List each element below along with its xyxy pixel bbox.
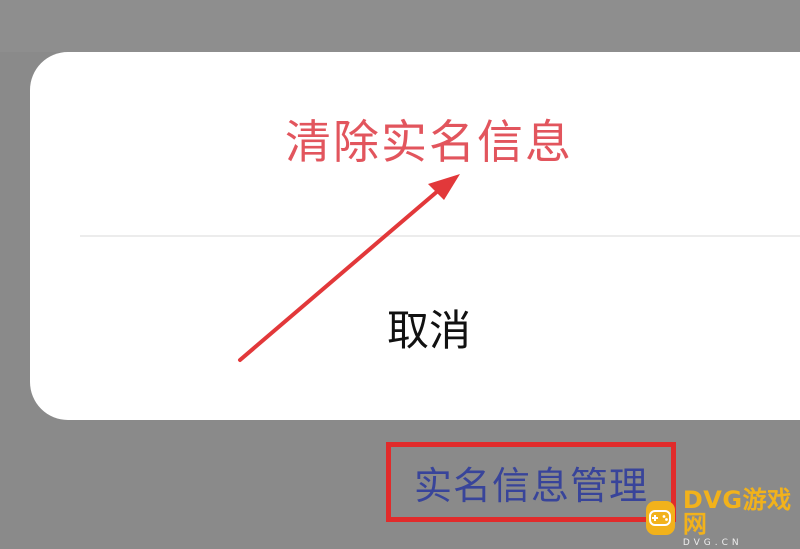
watermark-brand: DVG游戏网 xyxy=(682,486,792,538)
background-overlay xyxy=(0,0,800,52)
divider xyxy=(80,235,800,237)
clear-real-name-label: 清除实名信息 xyxy=(285,115,573,169)
cancel-button[interactable]: 取消 xyxy=(30,292,800,362)
real-name-management-entry[interactable]: 实名信息管理 xyxy=(386,442,676,522)
cancel-label: 取消 xyxy=(386,305,471,355)
gamepad-icon xyxy=(646,501,675,535)
action-sheet: 清除实名信息 取消 xyxy=(30,52,800,420)
clear-real-name-button[interactable]: 清除实名信息 xyxy=(30,100,800,178)
watermark: DVG游戏网 DVG.CN xyxy=(646,488,796,548)
watermark-domain: DVG.CN xyxy=(682,538,743,548)
real-name-management-label: 实名信息管理 xyxy=(413,463,648,508)
